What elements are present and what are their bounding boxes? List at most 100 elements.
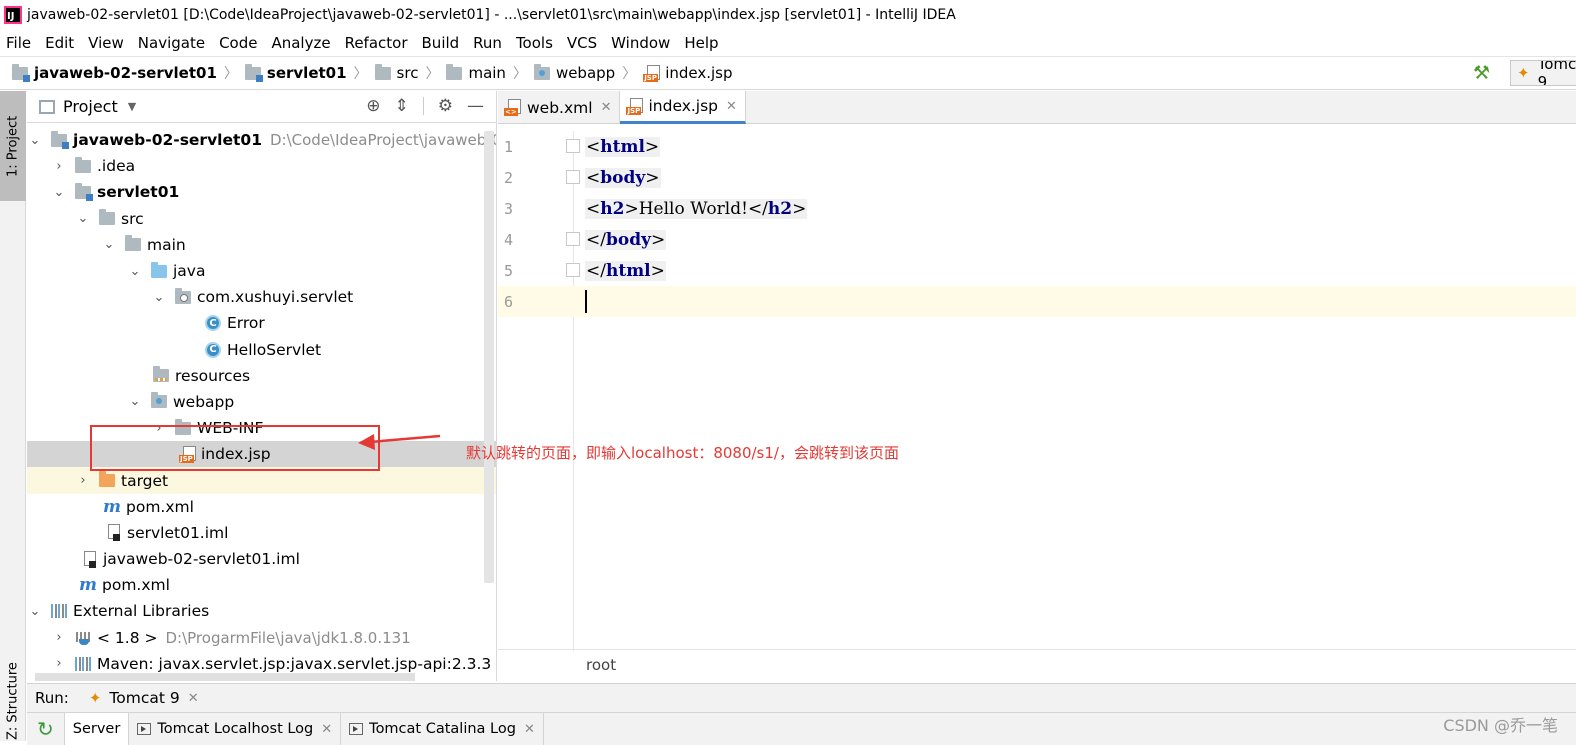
tree-item-package[interactable]: ⌄ com.xushuyi.servlet xyxy=(27,284,496,310)
rerun-icon[interactable]: ↻ xyxy=(37,717,54,741)
menu-tools[interactable]: Tools xyxy=(516,34,553,52)
breadcrumb-main[interactable]: main xyxy=(468,64,505,82)
chevron-down-icon[interactable]: ⌄ xyxy=(129,264,141,279)
project-vertical-scrollbar[interactable] xyxy=(484,131,494,583)
close-icon[interactable]: ✕ xyxy=(601,100,612,115)
chevron-right-icon[interactable]: › xyxy=(53,159,65,174)
locate-target-icon[interactable]: ⊕ xyxy=(366,96,380,116)
code-tag: h2 xyxy=(767,198,793,219)
fold-marker-icon[interactable] xyxy=(566,263,580,277)
menu-build[interactable]: Build xyxy=(422,34,460,52)
module-folder-icon xyxy=(244,63,263,82)
chevron-down-icon[interactable]: ⌄ xyxy=(129,394,141,409)
gear-icon[interactable]: ⚙ xyxy=(438,96,453,116)
project-panel-title[interactable]: Project xyxy=(63,97,118,116)
chevron-down-icon[interactable]: ⌄ xyxy=(29,604,41,619)
build-hammer-icon[interactable]: ⚒ xyxy=(1473,62,1490,84)
fold-marker-icon[interactable] xyxy=(566,232,580,246)
close-icon[interactable]: ✕ xyxy=(726,99,737,114)
tree-item-label: resources xyxy=(175,366,251,385)
menu-code[interactable]: Code xyxy=(219,34,257,52)
tree-item-external-libraries[interactable]: ⌄ External Libraries xyxy=(27,598,496,624)
breadcrumb-project[interactable]: javaweb-02-servlet01 xyxy=(34,64,217,82)
chevron-down-icon[interactable]: ⌄ xyxy=(153,290,165,305)
chevron-right-icon[interactable]: › xyxy=(77,473,89,488)
title-bar: IJ javaweb-02-servlet01 [D:\Code\IdeaPro… xyxy=(0,0,1576,29)
run-tab-tomcat[interactable]: ✦ Tomcat 9 ✕ xyxy=(89,689,199,707)
tree-item-idea[interactable]: › .idea xyxy=(27,153,496,179)
tree-item-project-iml[interactable]: javaweb-02-servlet01.iml xyxy=(27,546,496,572)
tree-item-label: src xyxy=(121,209,144,228)
editor-tab-bar: web.xml ✕ index.jsp ✕ xyxy=(498,91,1576,124)
code-text: <html> xyxy=(585,136,661,157)
line-number: 1 xyxy=(504,137,514,156)
tree-item-project-root[interactable]: ⌄ javaweb-02-servlet01 D:\Code\IdeaProje… xyxy=(27,127,496,153)
breadcrumb-module[interactable]: servlet01 xyxy=(267,64,347,82)
tree-item-project-pom[interactable]: m pom.xml xyxy=(27,572,496,598)
tree-item-jdk[interactable]: › < 1.8 > D:\ProgarmFile\java\jdk1.8.0.1… xyxy=(27,625,496,651)
tree-item-helloservlet-class[interactable]: C HelloServlet xyxy=(27,337,496,363)
code-line: 5 </html> xyxy=(498,255,1576,286)
chevron-down-icon[interactable]: ▼ xyxy=(128,100,136,113)
package-icon xyxy=(175,287,191,304)
tree-item-resources[interactable]: resources xyxy=(27,363,496,389)
close-icon[interactable]: ✕ xyxy=(524,722,535,737)
chevron-down-icon[interactable]: ⌄ xyxy=(29,133,41,148)
hide-panel-icon[interactable]: — xyxy=(467,96,484,116)
breadcrumb-webapp[interactable]: webapp xyxy=(556,64,615,82)
fold-marker-icon[interactable] xyxy=(566,170,580,184)
menu-analyze[interactable]: Analyze xyxy=(271,34,330,52)
menu-vcs[interactable]: VCS xyxy=(567,34,597,52)
tree-item-main[interactable]: ⌄ main xyxy=(27,232,496,258)
project-horizontal-scrollbar[interactable] xyxy=(35,673,415,681)
run-configuration-selector[interactable]: ✦ Tomcat 9 xyxy=(1510,60,1576,86)
menu-window[interactable]: Window xyxy=(611,34,670,52)
resources-folder-icon xyxy=(153,366,169,383)
editor-breadcrumb[interactable]: root xyxy=(586,656,616,674)
code-text: </html> xyxy=(585,260,666,281)
breadcrumb-separator: 〉 xyxy=(425,66,440,82)
tree-item-label: pom.xml xyxy=(126,497,194,516)
run-configuration-label: Tomcat 9 xyxy=(1537,60,1576,86)
tab-web-xml[interactable]: web.xml ✕ xyxy=(498,91,621,124)
menu-run[interactable]: Run xyxy=(473,34,502,52)
menu-help[interactable]: Help xyxy=(684,34,718,52)
tab-tomcat-localhost-log[interactable]: Tomcat Localhost Log ✕ xyxy=(129,712,342,745)
tree-item-src[interactable]: ⌄ src xyxy=(27,206,496,232)
menu-view[interactable]: View xyxy=(88,34,124,52)
tab-index-jsp[interactable]: index.jsp ✕ xyxy=(620,91,746,124)
menu-navigate[interactable]: Navigate xyxy=(138,34,205,52)
intellij-logo-icon: IJ xyxy=(4,5,22,24)
close-icon[interactable]: ✕ xyxy=(321,722,332,737)
menu-file[interactable]: File xyxy=(6,34,31,52)
chevron-down-icon[interactable]: ⌄ xyxy=(77,211,89,226)
console-icon xyxy=(349,723,364,735)
line-number: 6 xyxy=(504,292,514,311)
chevron-right-icon[interactable]: › xyxy=(53,630,65,645)
chevron-down-icon[interactable]: ⌄ xyxy=(103,237,115,252)
close-icon[interactable]: ✕ xyxy=(188,691,199,706)
tree-item-module-iml[interactable]: servlet01.iml xyxy=(27,520,496,546)
fold-marker-icon[interactable] xyxy=(566,139,580,153)
breadcrumb-src[interactable]: src xyxy=(397,64,419,82)
tree-item-error-class[interactable]: C Error xyxy=(27,310,496,336)
project-tool-tab[interactable]: 1: Project xyxy=(0,91,26,201)
tree-item-webapp[interactable]: ⌄ webapp xyxy=(27,389,496,415)
menu-refactor[interactable]: Refactor xyxy=(345,34,408,52)
collapse-all-icon[interactable]: ⇕ xyxy=(395,96,409,116)
chevron-down-icon[interactable]: ⌄ xyxy=(53,185,65,200)
tab-server[interactable]: Server xyxy=(63,712,130,745)
text-caret xyxy=(585,290,587,313)
tree-item-module-pom[interactable]: m pom.xml xyxy=(27,494,496,520)
code-area[interactable]: 1 <html> 2 <body> 3 <h2>Hello World!</h2… xyxy=(498,131,1576,317)
java-class-icon: C xyxy=(205,341,221,358)
menu-edit[interactable]: Edit xyxy=(45,34,74,52)
chevron-right-icon[interactable]: › xyxy=(53,656,65,671)
tab-tomcat-catalina-log[interactable]: Tomcat Catalina Log ✕ xyxy=(341,712,544,745)
code-line: 3 <h2>Hello World!</h2> xyxy=(498,193,1576,224)
tree-item-servlet01[interactable]: ⌄ servlet01 xyxy=(27,179,496,205)
structure-tool-tab[interactable]: Z: Structure xyxy=(0,661,26,741)
tree-item-java[interactable]: ⌄ java xyxy=(27,258,496,284)
tree-item-target[interactable]: › target xyxy=(27,467,496,494)
breadcrumb-file[interactable]: index.jsp xyxy=(665,64,732,82)
